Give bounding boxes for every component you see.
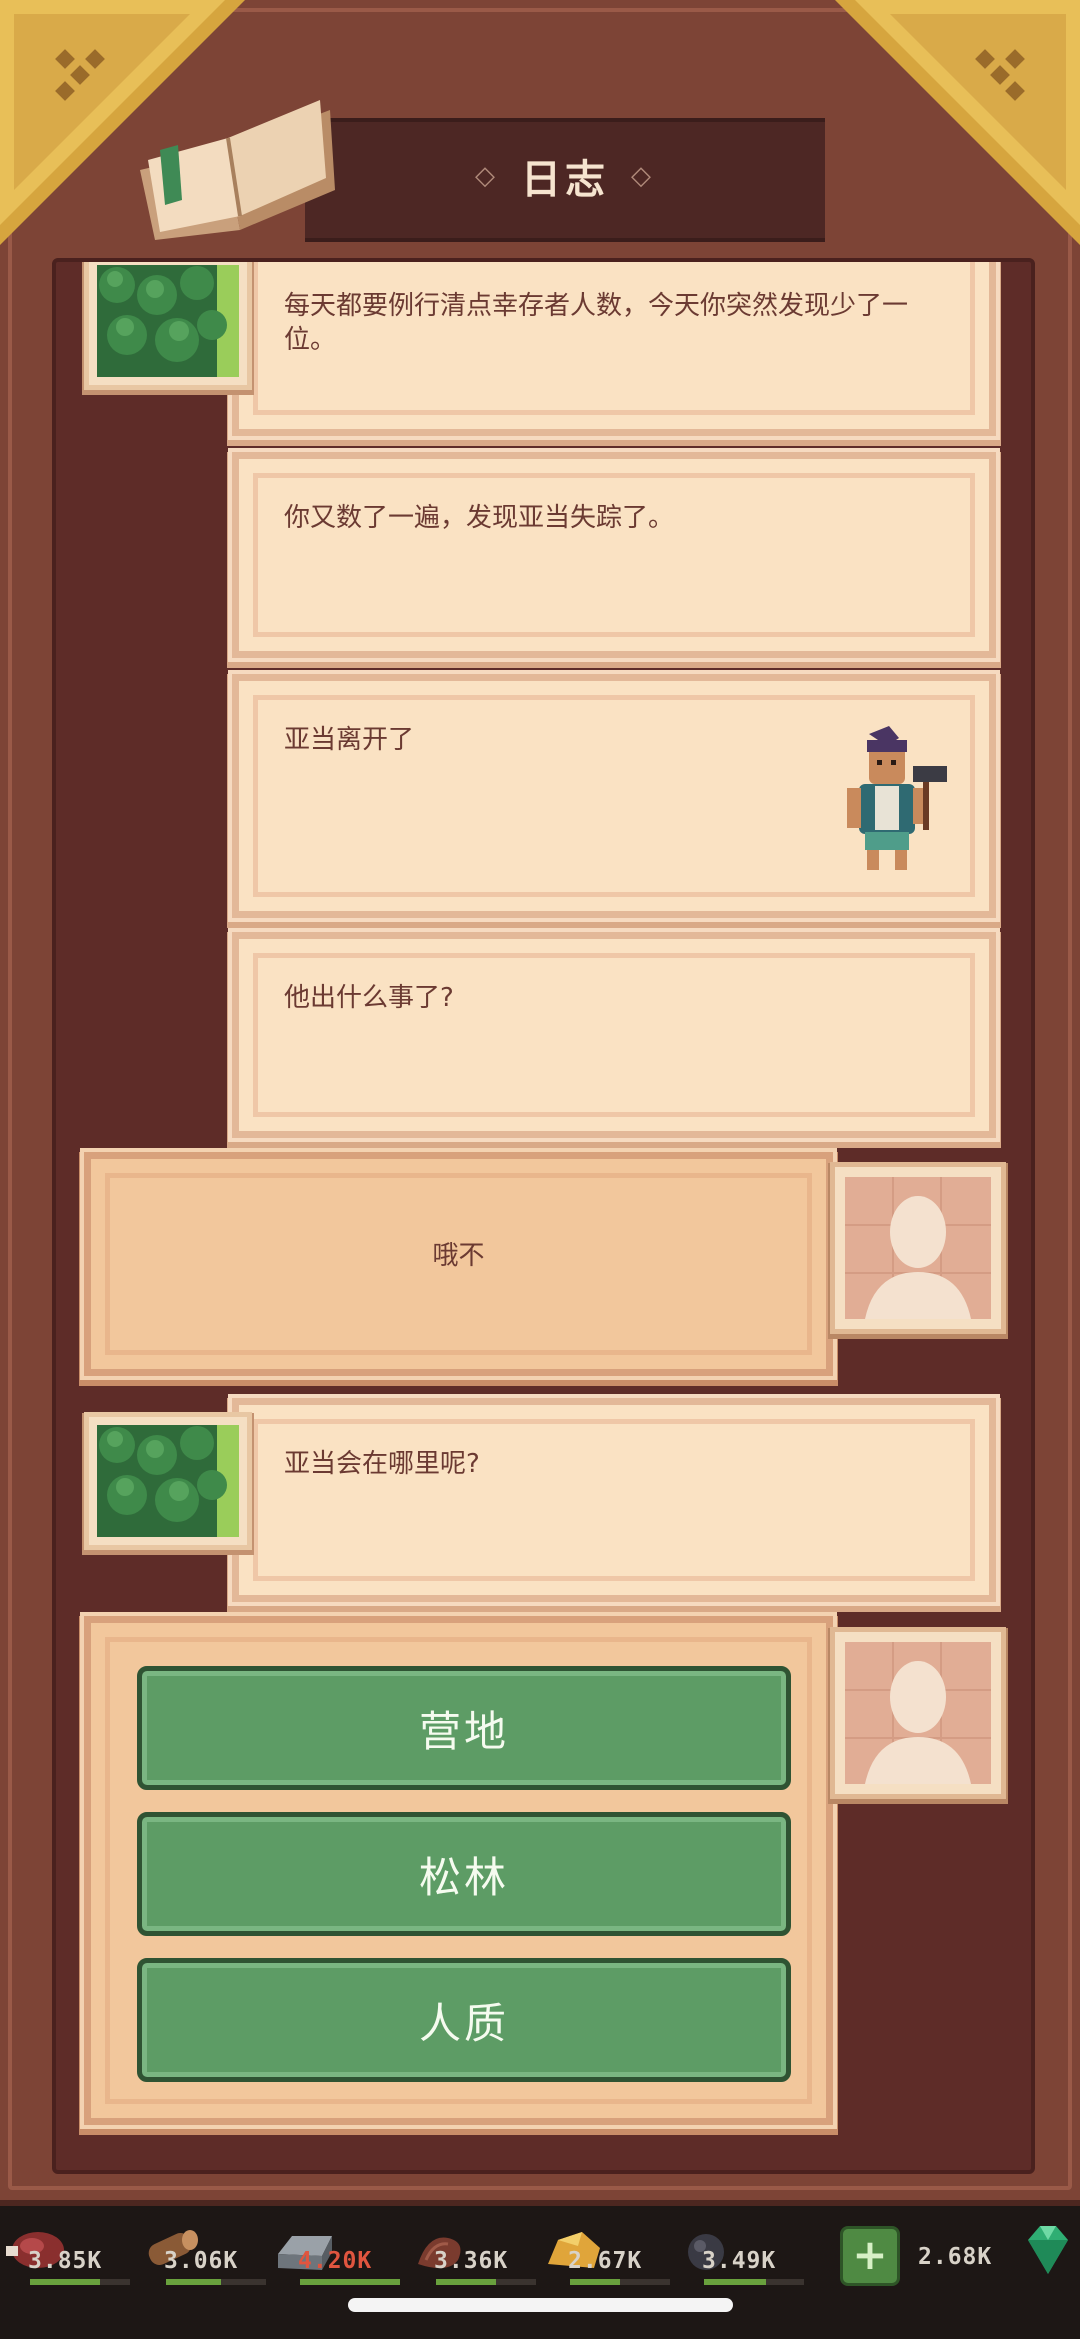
gold-corner-ornament <box>835 0 1080 245</box>
page-title: ◇ 日志 ◇ <box>305 118 825 234</box>
emerald-icon <box>1028 2226 1068 2274</box>
diamond-icon: ◇ <box>631 161 655 191</box>
player-reply-card: 哦不 <box>84 1152 833 1376</box>
plus-icon[interactable]: + <box>840 2226 900 2286</box>
journal-log-panel[interactable]: 每天都要例行清点幸存者人数，今天你突然发现少了一位。 你又数了一遍，发现亚当失踪… <box>52 258 1035 2174</box>
forest-image <box>97 1425 239 1537</box>
resource-leather[interactable]: 3.36K <box>408 2224 540 2288</box>
survivor-adam-icon <box>847 726 947 870</box>
resource-value: 2.67K <box>568 2248 643 2274</box>
resource-bar: 3.85K 3.06K 4.20K 3.36K 2.67K 3.49K + 2.… <box>0 2206 1080 2339</box>
player-avatar <box>830 1162 1006 1334</box>
player-reply-text: 哦不 <box>432 1241 485 1271</box>
resource-progress <box>436 2279 536 2285</box>
resource-progress <box>704 2279 804 2285</box>
resource-progress <box>300 2279 400 2285</box>
log-entry-text: 你又数了一遍，发现亚当失踪了。 <box>284 503 675 533</box>
resource-value: 3.85K <box>28 2248 103 2274</box>
page-title-text: 日志 <box>521 157 609 203</box>
resource-value: 3.06K <box>164 2248 239 2274</box>
home-indicator[interactable] <box>348 2298 733 2312</box>
resource-value: 3.36K <box>434 2248 509 2274</box>
log-entry: 每天都要例行清点幸存者人数，今天你突然发现少了一位。 <box>232 262 996 436</box>
player-avatar <box>830 1627 1006 1799</box>
resource-meat[interactable]: 3.85K <box>2 2224 134 2288</box>
resource-progress <box>166 2279 266 2285</box>
choice-button-pine-forest[interactable]: 松林 <box>137 1812 791 1936</box>
log-entry: 他出什么事了? <box>232 932 996 1138</box>
choice-button-hostage[interactable]: 人质 <box>137 1958 791 2082</box>
resource-progress <box>570 2279 670 2285</box>
log-entry-text: 亚当会在哪里呢? <box>284 1449 480 1479</box>
resource-coal[interactable]: 3.49K <box>676 2224 808 2288</box>
log-entry: 你又数了一遍，发现亚当失踪了。 <box>232 452 996 658</box>
choice-button-camp[interactable]: 营地 <box>137 1666 791 1790</box>
player-silhouette-icon <box>845 1642 991 1784</box>
journal-book-icon <box>140 100 335 240</box>
resource-value: 3.49K <box>702 2248 777 2274</box>
forest-image <box>97 265 239 377</box>
resource-gold[interactable]: 2.67K <box>542 2224 674 2288</box>
log-entry: 亚当会在哪里呢? <box>232 1398 996 1602</box>
player-silhouette-icon <box>845 1177 991 1319</box>
log-entry-text: 每天都要例行清点幸存者人数，今天你突然发现少了一位。 <box>284 291 909 355</box>
pine-forest-thumbnail <box>84 1412 252 1550</box>
resource-wood[interactable]: 3.06K <box>138 2224 270 2288</box>
resource-iron[interactable]: 4.20K <box>272 2224 404 2288</box>
gem-value: 2.68K <box>918 2244 993 2270</box>
log-entry-text: 他出什么事了? <box>284 983 454 1013</box>
resource-value: 4.20K <box>298 2248 373 2274</box>
gems[interactable]: + 2.68K <box>840 2224 1076 2288</box>
resource-progress <box>30 2279 130 2285</box>
log-entry: 亚当离开了 <box>232 674 996 918</box>
pine-forest-thumbnail <box>84 262 252 390</box>
diamond-icon: ◇ <box>475 161 499 191</box>
